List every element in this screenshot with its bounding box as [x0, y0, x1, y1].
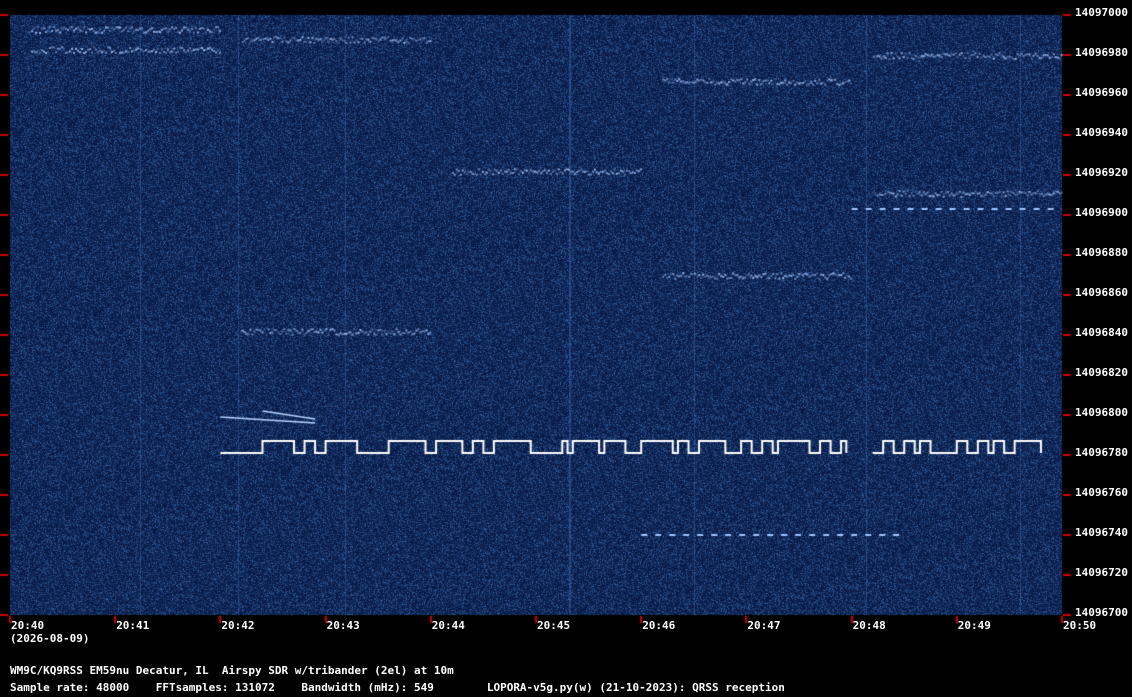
x-tick-label: 20:46: [642, 619, 676, 632]
x-tick-label: 20:47: [747, 619, 781, 632]
y-tick-label: 14096860: [1075, 286, 1128, 299]
x-tick-label: 20:43: [326, 619, 360, 632]
y-tick-label: 14096820: [1075, 366, 1128, 379]
x-tick-label: 20:44: [431, 619, 465, 632]
y-tick-label: 14096800: [1075, 406, 1128, 419]
y-tick-label: 14096740: [1075, 526, 1128, 539]
y-tick-label: 14096880: [1075, 246, 1128, 259]
x-tick-label: 20:50: [1063, 619, 1097, 632]
y-tick-label: 14096780: [1075, 446, 1128, 459]
y-tick-label: 14097000: [1075, 6, 1128, 19]
y-tick-label: 14096940: [1075, 126, 1128, 139]
y-tick-label: 14096760: [1075, 486, 1128, 499]
reception-params: Sample rate: 48000 FFTsamples: 131072 Ba…: [10, 681, 785, 694]
x-tick-label: 20:49: [957, 619, 991, 632]
date-label: (2026-08-09): [10, 632, 90, 645]
station-info: WM9C/KQ9RSS EM59nu Decatur, IL Airspy SD…: [10, 664, 454, 677]
y-tick-label: 14096700: [1075, 606, 1128, 619]
y-tick-label: 14096980: [1075, 46, 1128, 59]
x-tick-label: 20:40: [11, 619, 45, 632]
x-tick-label: 20:48: [852, 619, 886, 632]
y-tick-label: 14096960: [1075, 86, 1128, 99]
x-tick-label: 20:45: [537, 619, 571, 632]
y-tick-label: 14096840: [1075, 326, 1128, 339]
waterfall-plot: [0, 0, 1132, 697]
y-tick-label: 14096720: [1075, 566, 1128, 579]
x-tick-label: 20:42: [221, 619, 255, 632]
y-tick-label: 14096920: [1075, 166, 1128, 179]
x-tick-label: 20:41: [116, 619, 150, 632]
y-tick-label: 14096900: [1075, 206, 1128, 219]
